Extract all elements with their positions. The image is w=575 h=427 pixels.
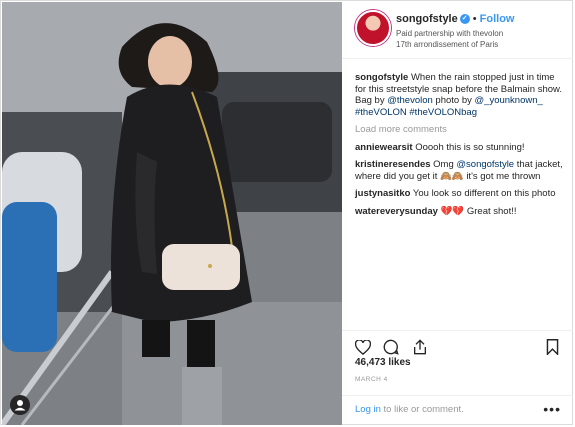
mention-link[interactable]: @thevolon (387, 95, 433, 106)
mention-link[interactable]: @_younknown_ (475, 95, 543, 106)
header-username-row: songofstyle ✓ • Follow (396, 13, 514, 25)
post-header: songofstyle ✓ • Follow Paid partnership wi… (342, 2, 573, 59)
comments-list: songofstyle When the rain stopped just i… (355, 72, 567, 223)
login-prompt: Log in to like or comment. (355, 404, 464, 415)
hashtag-link[interactable]: #theVOLON (355, 107, 407, 118)
comment-text: Omg (430, 159, 457, 170)
login-row: Log in to like or comment. ••• (342, 395, 573, 427)
bookmark-icon[interactable] (546, 339, 559, 360)
broken-heart-emoji: 💔💔 (440, 205, 465, 217)
mention-link[interactable]: @songofstyle (456, 159, 514, 170)
comment-item: justynasitko You look so different on th… (355, 188, 567, 200)
load-more-comments-button[interactable]: Load more comments (355, 124, 567, 136)
post-side-panel: songofstyle ✓ • Follow Paid partnership wi… (342, 2, 573, 425)
paid-partnership-label[interactable]: Paid partnership with thevolon (396, 29, 503, 38)
comment-username[interactable]: kristineresendes (355, 159, 431, 170)
comment-text: Great shot!! (464, 205, 517, 217)
verified-badge-icon: ✓ (459, 14, 470, 25)
login-link[interactable]: Log in (355, 404, 381, 415)
comment-item: watereverysunday 💔💔 Great shot!! (355, 206, 567, 218)
avatar[interactable] (355, 10, 391, 46)
tagged-user-button[interactable] (10, 395, 30, 415)
post-actions: 46,473 likes MARCH 4 Log in to like or c… (342, 330, 573, 426)
comment-item: anniewearsit Ooooh this is so stunning! (355, 142, 567, 154)
post-date[interactable]: MARCH 4 (355, 376, 388, 383)
person-icon (14, 400, 26, 411)
username-link[interactable]: songofstyle (396, 13, 458, 25)
likes-count[interactable]: 46,473 likes (355, 357, 411, 368)
follow-button[interactable]: Follow (480, 13, 515, 25)
comment-username[interactable]: watereverysunday (355, 206, 438, 217)
separator-dot: • (472, 13, 477, 25)
share-icon[interactable] (412, 339, 428, 360)
comment-text: You look so different on this photo (410, 188, 556, 199)
comment-text: Ooooh this is so stunning! (412, 141, 525, 153)
street-style-photo-illustration (2, 2, 342, 425)
location-link[interactable]: 17th arrondissement of Paris (396, 40, 498, 49)
instagram-post-card: songofstyle ✓ • Follow Paid partnership wi… (0, 0, 573, 425)
post-photo[interactable] (2, 2, 342, 425)
hashtag-link[interactable]: #theVOLONbag (409, 107, 477, 118)
more-options-icon[interactable]: ••• (543, 401, 561, 417)
caption-username[interactable]: songofstyle (355, 72, 408, 83)
login-prompt-text: to like or comment. (380, 404, 464, 415)
comment-username[interactable]: anniewearsit (355, 142, 413, 153)
comment-item: kristineresendes Omg @songofstyle that j… (355, 159, 567, 182)
comment-username[interactable]: justynasitko (355, 188, 410, 199)
caption: songofstyle When the rain stopped just i… (355, 72, 567, 118)
caption-text-2: photo by (432, 95, 475, 106)
